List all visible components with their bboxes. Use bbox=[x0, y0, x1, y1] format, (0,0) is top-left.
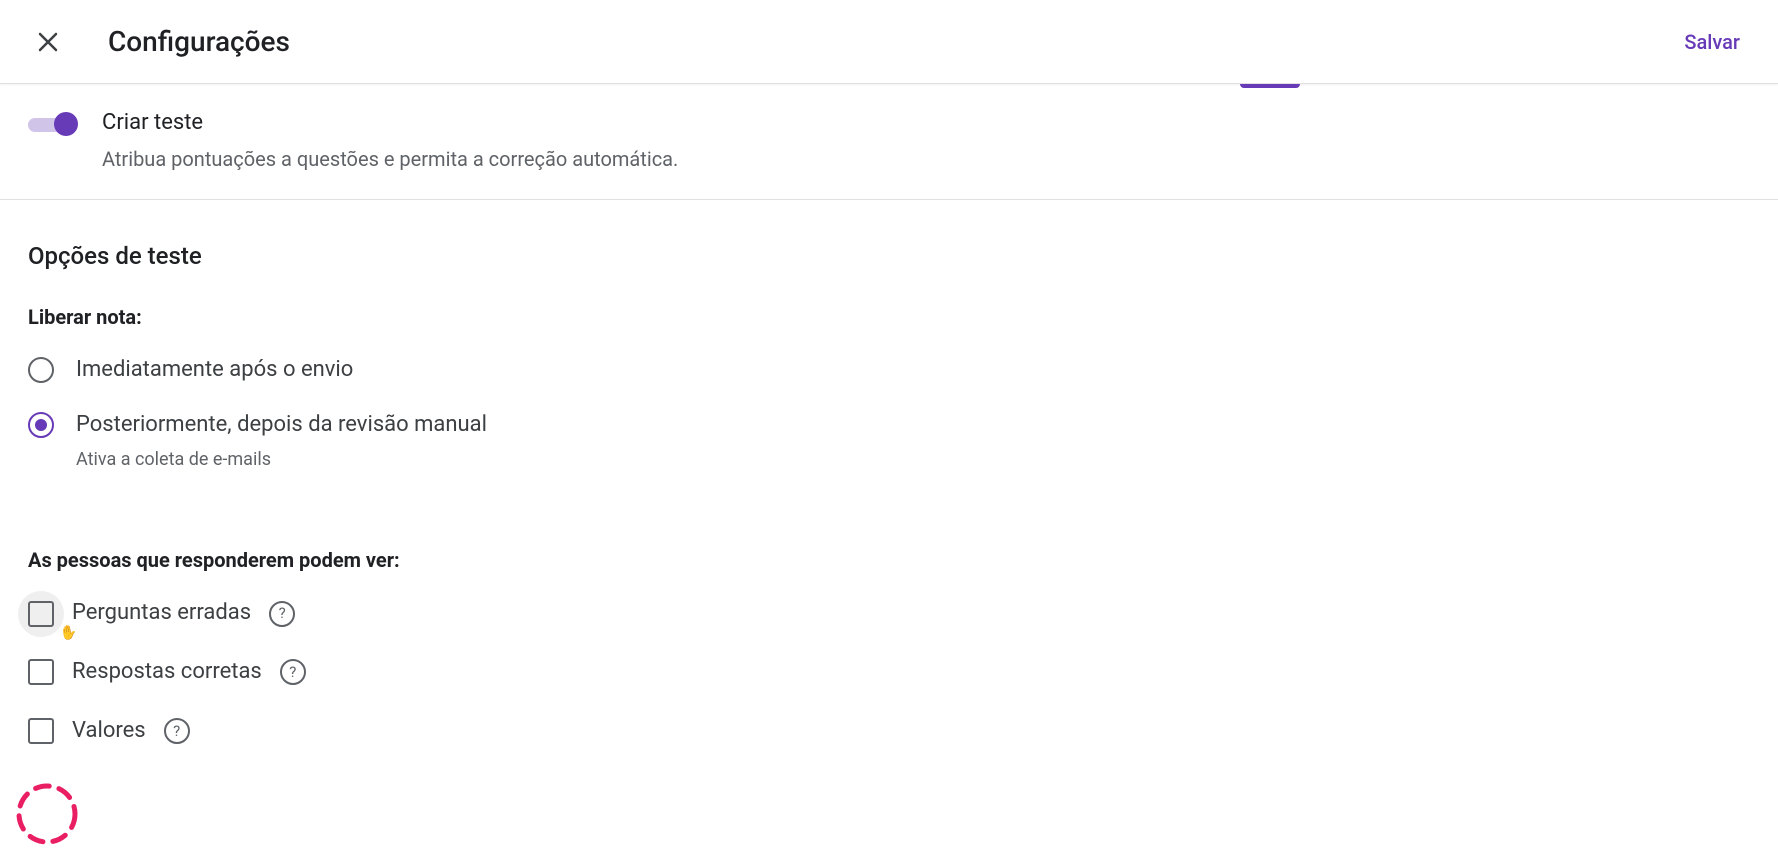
checkbox-label: Perguntas erradas bbox=[72, 598, 251, 629]
content: Criar teste Atribua pontuações a questõe… bbox=[0, 88, 1778, 801]
help-icon[interactable]: ? bbox=[280, 659, 306, 685]
checkbox-icon bbox=[28, 718, 54, 744]
checkbox-icon bbox=[28, 601, 54, 627]
release-option-immediately[interactable]: Imediatamente após o envio bbox=[28, 355, 1750, 386]
section-quiz-options: Opções de teste Liberar nota: Imediatame… bbox=[0, 200, 1778, 801]
quiz-options-heading: Opções de teste bbox=[28, 240, 1750, 274]
close-button[interactable] bbox=[28, 22, 68, 62]
checkbox-label: Valores bbox=[72, 716, 146, 747]
radio-icon bbox=[28, 412, 54, 438]
create-quiz-title: Criar teste bbox=[102, 108, 678, 139]
create-quiz-toggle[interactable] bbox=[28, 108, 82, 140]
respondent-option-correct-answers[interactable]: Respostas corretas ? bbox=[28, 657, 1750, 688]
respondent-option-point-values[interactable]: Valores ? bbox=[28, 716, 1750, 747]
radio-sublabel: Ativa a coleta de e-mails bbox=[76, 447, 487, 472]
page-title: Configurações bbox=[108, 22, 290, 61]
radio-label: Posteriormente, depois da revisão manual bbox=[76, 410, 487, 441]
radio-icon bbox=[28, 357, 54, 383]
checkbox-label: Respostas corretas bbox=[72, 657, 262, 688]
create-quiz-subtitle: Atribua pontuações a questões e permita … bbox=[102, 145, 678, 173]
radio-label: Imediatamente após o envio bbox=[76, 355, 353, 386]
checkbox-icon bbox=[28, 659, 54, 685]
help-icon[interactable]: ? bbox=[164, 718, 190, 744]
release-grade-heading: Liberar nota: bbox=[28, 303, 1750, 331]
section-create-quiz: Criar teste Atribua pontuações a questõe… bbox=[0, 88, 1778, 200]
help-icon[interactable]: ? bbox=[269, 601, 295, 627]
release-option-later[interactable]: Posteriormente, depois da revisão manual… bbox=[28, 410, 1750, 472]
close-icon bbox=[36, 30, 60, 54]
toggle-thumb bbox=[54, 112, 78, 136]
save-button[interactable]: Salvar bbox=[1674, 22, 1750, 62]
respondents-heading: As pessoas que responderem podem ver: bbox=[28, 546, 1750, 574]
settings-header: Configurações Salvar bbox=[0, 0, 1778, 84]
respondent-option-missed-questions[interactable]: ✋ Perguntas erradas ? bbox=[28, 598, 1750, 629]
